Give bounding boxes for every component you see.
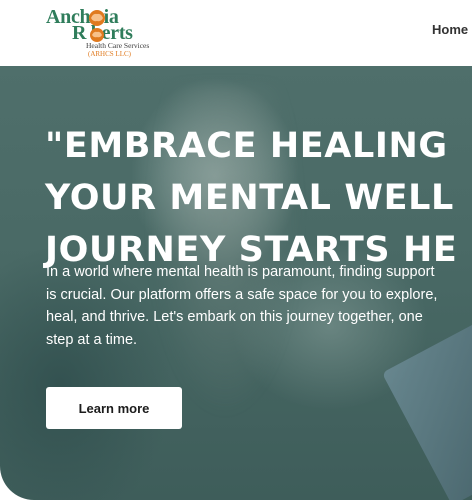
learn-more-button[interactable]: Learn more — [46, 387, 182, 429]
site-header: Anch ria R berts Health Care Services (A… — [0, 0, 472, 66]
hero-title: "EMBRACE HEALING YOUR MENTAL WELL JOURNE… — [45, 120, 472, 276]
hero-section: "EMBRACE HEALING YOUR MENTAL WELL JOURNE… — [0, 66, 472, 500]
head-brain-icon — [89, 10, 105, 42]
hero-description: In a world where mental health is paramo… — [46, 264, 438, 348]
hero-title-line-2: YOUR MENTAL WELL — [45, 178, 454, 218]
nav-home-link[interactable]: Home — [432, 22, 468, 37]
logo-tagline: (ARHCS LLC) — [88, 50, 131, 58]
logo-subtitle: Health Care Services — [86, 41, 150, 50]
hero-title-line-1: "EMBRACE HEALING — [45, 126, 448, 166]
brand-logo[interactable]: Anch ria R berts Health Care Services (A… — [44, 4, 164, 60]
